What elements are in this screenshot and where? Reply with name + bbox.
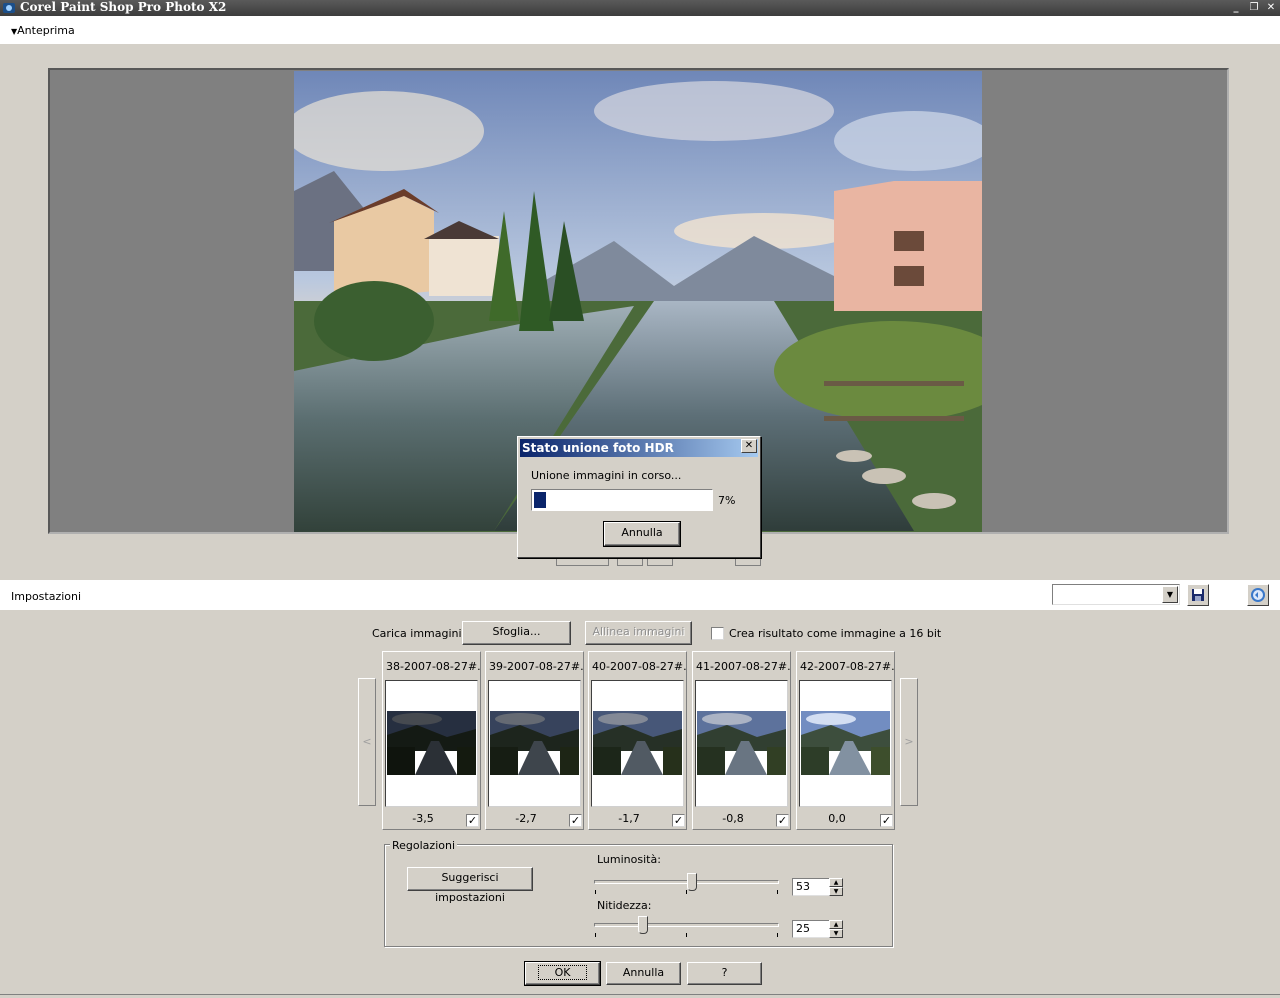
brightness-spinner[interactable]: ▲ ▼: [829, 878, 843, 896]
settings-label: Impostazioni: [11, 590, 82, 603]
sharpness-label: Nitidezza:: [597, 899, 652, 912]
floppy-disk-icon: [1192, 589, 1204, 601]
cancel-button[interactable]: Annulla: [606, 962, 681, 985]
sharpness-tick: [686, 933, 687, 937]
hdr-progress-dialog: Stato unione foto HDR ✕ Unione immagini …: [517, 436, 761, 558]
spin-down-icon[interactable]: ▼: [829, 929, 843, 938]
suggest-settings-button[interactable]: Suggerisci impostazioni: [407, 867, 533, 904]
progress-bar: [531, 489, 713, 511]
align-images-button[interactable]: Allinea immagini: [585, 621, 692, 645]
create-16bit-label: Crea risultato come immagine a 16 bit: [729, 627, 942, 640]
dialog-message: Unione immagini in corso...: [531, 469, 682, 482]
spin-up-icon[interactable]: ▲: [829, 878, 843, 887]
title-bar: Corel Paint Shop Pro Photo X2 _ ❐ ✕: [0, 0, 1280, 16]
adjustments-title: Regolazioni: [390, 839, 458, 852]
thumbnail-ev: -0,8: [722, 812, 744, 825]
brightness-input[interactable]: 53: [792, 878, 830, 896]
save-preset-button[interactable]: [1187, 584, 1209, 606]
thumbnail-checkbox[interactable]: ✓: [672, 814, 685, 827]
restore-button[interactable]: ❐: [1247, 1, 1261, 14]
thumbnail-card[interactable]: 39-2007-08-27#... -2,7 ✓: [485, 651, 584, 830]
thumbnail-frame: [488, 680, 581, 807]
brightness-tick: [595, 890, 596, 894]
brightness-tick: [686, 890, 687, 894]
thumbnail-card[interactable]: 40-2007-08-27#... -1,7 ✓: [588, 651, 687, 830]
browse-button[interactable]: Sfoglia...: [462, 621, 571, 645]
ok-button[interactable]: OK: [524, 961, 601, 986]
help-button[interactable]: ?: [687, 962, 762, 985]
preview-toggle-label: Anteprima: [17, 24, 75, 37]
thumbnail-image: [387, 711, 476, 775]
preset-combo[interactable]: ▼: [1052, 584, 1180, 605]
dialog-cancel-button[interactable]: Annulla: [603, 521, 681, 547]
next-thumbnails-button[interactable]: >: [900, 678, 918, 806]
prev-thumbnails-button[interactable]: <: [358, 678, 376, 806]
thumbnail-ev: -2,7: [515, 812, 537, 825]
thumbnail-ev: 0,0: [828, 812, 846, 825]
thumbnail-ev: -3,5: [412, 812, 434, 825]
sharpness-tick: [595, 933, 596, 937]
thumbnail-frame: [695, 680, 788, 807]
thumbnail-card[interactable]: 38-2007-08-27#... -3,5 ✓: [382, 651, 481, 830]
spin-down-icon[interactable]: ▼: [829, 887, 843, 896]
thumbnail-image: [593, 711, 682, 775]
spin-up-icon[interactable]: ▲: [829, 920, 843, 929]
ok-label: OK: [537, 965, 588, 980]
preview-strip: [0, 16, 1280, 44]
sharpness-tick: [777, 933, 778, 937]
thumbnail-checkbox[interactable]: ✓: [776, 814, 789, 827]
thumbnail-name: 42-2007-08-27#...: [800, 660, 894, 673]
thumbnail-frame: [591, 680, 684, 807]
window-title: Corel Paint Shop Pro Photo X2: [20, 0, 227, 14]
brightness-label: Luminosità:: [597, 853, 661, 866]
preview-toggle[interactable]: ▼Anteprima: [11, 24, 75, 37]
create-16bit-checkbox[interactable]: [711, 627, 724, 640]
dialog-close-button[interactable]: ✕: [741, 439, 757, 453]
dialog-title: Stato unione foto HDR: [520, 439, 758, 457]
footer-divider: [0, 994, 1280, 995]
sharpness-slider-thumb[interactable]: [637, 916, 648, 934]
progress-fill: [534, 492, 547, 508]
thumbnail-image: [801, 711, 890, 775]
thumbnail-checkbox[interactable]: ✓: [880, 814, 893, 827]
thumbnail-name: 39-2007-08-27#...: [489, 660, 583, 673]
reset-button[interactable]: [1247, 584, 1269, 606]
thumbnail-card[interactable]: 41-2007-08-27#... -0,8 ✓: [692, 651, 791, 830]
thumbnail-frame: [385, 680, 478, 807]
app-icon: [3, 3, 15, 13]
thumbnail-checkbox[interactable]: ✓: [466, 814, 479, 827]
reset-icon: [1251, 588, 1265, 602]
thumbnail-name: 40-2007-08-27#...: [592, 660, 686, 673]
thumbnail-card[interactable]: 42-2007-08-27#... 0,0 ✓: [796, 651, 895, 830]
thumbnail-frame: [799, 680, 892, 807]
thumbnail-name: 38-2007-08-27#...: [386, 660, 480, 673]
progress-percent: 7%: [718, 494, 736, 507]
thumbnail-ev: -1,7: [618, 812, 640, 825]
sharpness-input[interactable]: 25: [792, 920, 830, 938]
sharpness-spinner[interactable]: ▲ ▼: [829, 920, 843, 938]
chevron-down-icon[interactable]: ▼: [1162, 586, 1178, 603]
thumbnail-image: [697, 711, 786, 775]
thumbnail-checkbox[interactable]: ✓: [569, 814, 582, 827]
brightness-tick: [777, 890, 778, 894]
minimize-button[interactable]: _: [1229, 1, 1243, 14]
sharpness-slider-track[interactable]: [594, 923, 779, 927]
thumbnail-image: [490, 711, 579, 775]
close-button[interactable]: ✕: [1264, 1, 1278, 14]
thumbnail-name: 41-2007-08-27#...: [696, 660, 790, 673]
brightness-slider-thumb[interactable]: [686, 873, 697, 891]
load-images-label: Carica immagini:: [372, 627, 466, 640]
